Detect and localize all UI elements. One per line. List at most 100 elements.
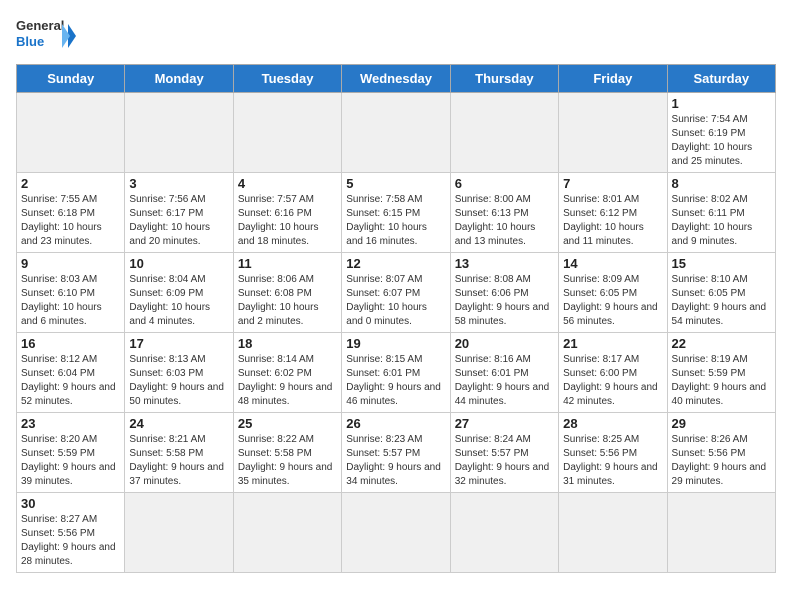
weekday-header-monday: Monday	[125, 65, 233, 93]
day-info: Sunrise: 8:17 AM Sunset: 6:00 PM Dayligh…	[563, 353, 662, 409]
calendar-cell	[342, 493, 450, 573]
day-info: Sunrise: 8:16 AM Sunset: 6:01 PM Dayligh…	[455, 353, 554, 409]
calendar-cell: 18 Sunrise: 8:14 AM Sunset: 6:02 PM Dayli…	[233, 333, 341, 413]
calendar-cell: 21 Sunrise: 8:17 AM Sunset: 6:00 PM Dayli…	[559, 333, 667, 413]
day-number: 1	[672, 96, 771, 111]
calendar-week-row: 9Sunrise: 8:03 AM Sunset: 6:10 PM Daylig…	[17, 253, 776, 333]
day-info: Sunrise: 8:26 AM Sunset: 5:56 PM Dayligh…	[672, 433, 771, 489]
day-number: 30	[21, 496, 120, 511]
header: General Blue	[16, 16, 776, 56]
weekday-header-thursday: Thursday	[450, 65, 558, 93]
day-info: Sunrise: 8:07 AM Sunset: 6:07 PM Dayligh…	[346, 273, 445, 329]
day-number: 14	[563, 256, 662, 271]
day-number: 5	[346, 176, 445, 191]
calendar-cell: 4 Sunrise: 7:57 AM Sunset: 6:16 PM Daylig…	[233, 173, 341, 253]
calendar-week-row: 16 Sunrise: 8:12 AM Sunset: 6:04 PM Dayli…	[17, 333, 776, 413]
day-info: Sunrise: 8:13 AM Sunset: 6:03 PM Dayligh…	[129, 353, 228, 409]
day-number: 7	[563, 176, 662, 191]
day-info: Sunrise: 8:20 AM Sunset: 5:59 PM Dayligh…	[21, 433, 120, 489]
calendar-cell: 27Sunrise: 8:24 AM Sunset: 5:57 PM Dayli…	[450, 413, 558, 493]
day-info: Sunrise: 8:06 AM Sunset: 6:08 PM Dayligh…	[238, 273, 337, 329]
calendar-cell: 25Sunrise: 8:22 AM Sunset: 5:58 PM Dayli…	[233, 413, 341, 493]
calendar-header: SundayMondayTuesdayWednesdayThursdayFrid…	[17, 65, 776, 93]
calendar-cell: 22Sunrise: 8:19 AM Sunset: 5:59 PM Dayli…	[667, 333, 775, 413]
day-number: 28	[563, 416, 662, 431]
calendar-week-row: 30 Sunrise: 8:27 AM Sunset: 5:56 PM Dayli…	[17, 493, 776, 573]
day-number: 10	[129, 256, 228, 271]
calendar-cell: 12 Sunrise: 8:07 AM Sunset: 6:07 PM Dayli…	[342, 253, 450, 333]
weekday-header-friday: Friday	[559, 65, 667, 93]
day-info: Sunrise: 7:57 AM Sunset: 6:16 PM Dayligh…	[238, 193, 337, 249]
svg-text:General: General	[16, 18, 64, 33]
calendar-cell: 29 Sunrise: 8:26 AM Sunset: 5:56 PM Dayli…	[667, 413, 775, 493]
day-info: Sunrise: 8:01 AM Sunset: 6:12 PM Dayligh…	[563, 193, 662, 249]
calendar-cell	[342, 93, 450, 173]
day-info: Sunrise: 8:12 AM Sunset: 6:04 PM Dayligh…	[21, 353, 120, 409]
day-number: 3	[129, 176, 228, 191]
day-number: 4	[238, 176, 337, 191]
logo: General Blue	[16, 16, 76, 56]
day-number: 12	[346, 256, 445, 271]
calendar-cell	[667, 493, 775, 573]
svg-text:Blue: Blue	[16, 34, 44, 49]
calendar-week-row: 1 Sunrise: 7:54 AM Sunset: 6:19 PM Daylig…	[17, 93, 776, 173]
day-info: Sunrise: 8:03 AM Sunset: 6:10 PM Dayligh…	[21, 273, 120, 329]
calendar-cell: 5 Sunrise: 7:58 AM Sunset: 6:15 PM Daylig…	[342, 173, 450, 253]
calendar-cell	[125, 93, 233, 173]
day-number: 24	[129, 416, 228, 431]
day-info: Sunrise: 8:23 AM Sunset: 5:57 PM Dayligh…	[346, 433, 445, 489]
calendar-cell: 2 Sunrise: 7:55 AM Sunset: 6:18 PM Daylig…	[17, 173, 125, 253]
calendar-week-row: 2 Sunrise: 7:55 AM Sunset: 6:18 PM Daylig…	[17, 173, 776, 253]
calendar-cell: 9Sunrise: 8:03 AM Sunset: 6:10 PM Daylig…	[17, 253, 125, 333]
calendar-cell: 1 Sunrise: 7:54 AM Sunset: 6:19 PM Daylig…	[667, 93, 775, 173]
weekday-header-wednesday: Wednesday	[342, 65, 450, 93]
calendar-cell: 16 Sunrise: 8:12 AM Sunset: 6:04 PM Dayli…	[17, 333, 125, 413]
calendar-week-row: 23 Sunrise: 8:20 AM Sunset: 5:59 PM Dayli…	[17, 413, 776, 493]
day-info: Sunrise: 7:56 AM Sunset: 6:17 PM Dayligh…	[129, 193, 228, 249]
day-info: Sunrise: 7:54 AM Sunset: 6:19 PM Dayligh…	[672, 113, 771, 169]
calendar-cell: 3 Sunrise: 7:56 AM Sunset: 6:17 PM Daylig…	[125, 173, 233, 253]
calendar-cell: 19Sunrise: 8:15 AM Sunset: 6:01 PM Dayli…	[342, 333, 450, 413]
calendar-cell: 7 Sunrise: 8:01 AM Sunset: 6:12 PM Daylig…	[559, 173, 667, 253]
day-number: 23	[21, 416, 120, 431]
day-number: 2	[21, 176, 120, 191]
day-info: Sunrise: 8:27 AM Sunset: 5:56 PM Dayligh…	[21, 513, 120, 569]
calendar-cell: 8 Sunrise: 8:02 AM Sunset: 6:11 PM Daylig…	[667, 173, 775, 253]
calendar-cell: 20 Sunrise: 8:16 AM Sunset: 6:01 PM Dayli…	[450, 333, 558, 413]
calendar-cell: 30 Sunrise: 8:27 AM Sunset: 5:56 PM Dayli…	[17, 493, 125, 573]
day-number: 8	[672, 176, 771, 191]
day-info: Sunrise: 8:04 AM Sunset: 6:09 PM Dayligh…	[129, 273, 228, 329]
logo-svg: General Blue	[16, 16, 76, 56]
day-info: Sunrise: 8:14 AM Sunset: 6:02 PM Dayligh…	[238, 353, 337, 409]
day-number: 21	[563, 336, 662, 351]
day-number: 11	[238, 256, 337, 271]
day-number: 22	[672, 336, 771, 351]
calendar-cell	[559, 93, 667, 173]
day-info: Sunrise: 8:25 AM Sunset: 5:56 PM Dayligh…	[563, 433, 662, 489]
calendar-cell: 26Sunrise: 8:23 AM Sunset: 5:57 PM Dayli…	[342, 413, 450, 493]
calendar-cell: 6Sunrise: 8:00 AM Sunset: 6:13 PM Daylig…	[450, 173, 558, 253]
calendar-cell: 13Sunrise: 8:08 AM Sunset: 6:06 PM Dayli…	[450, 253, 558, 333]
day-info: Sunrise: 7:58 AM Sunset: 6:15 PM Dayligh…	[346, 193, 445, 249]
calendar-cell	[125, 493, 233, 573]
day-number: 16	[21, 336, 120, 351]
calendar-cell	[233, 493, 341, 573]
day-number: 13	[455, 256, 554, 271]
calendar-cell: 11 Sunrise: 8:06 AM Sunset: 6:08 PM Dayli…	[233, 253, 341, 333]
day-number: 20	[455, 336, 554, 351]
day-info: Sunrise: 8:22 AM Sunset: 5:58 PM Dayligh…	[238, 433, 337, 489]
weekday-row: SundayMondayTuesdayWednesdayThursdayFrid…	[17, 65, 776, 93]
weekday-header-saturday: Saturday	[667, 65, 775, 93]
day-number: 15	[672, 256, 771, 271]
day-number: 29	[672, 416, 771, 431]
day-info: Sunrise: 8:09 AM Sunset: 6:05 PM Dayligh…	[563, 273, 662, 329]
day-info: Sunrise: 7:55 AM Sunset: 6:18 PM Dayligh…	[21, 193, 120, 249]
day-number: 6	[455, 176, 554, 191]
day-info: Sunrise: 8:24 AM Sunset: 5:57 PM Dayligh…	[455, 433, 554, 489]
day-info: Sunrise: 8:02 AM Sunset: 6:11 PM Dayligh…	[672, 193, 771, 249]
weekday-header-sunday: Sunday	[17, 65, 125, 93]
day-number: 18	[238, 336, 337, 351]
calendar-table: SundayMondayTuesdayWednesdayThursdayFrid…	[16, 64, 776, 573]
calendar-cell	[17, 93, 125, 173]
calendar-cell: 17Sunrise: 8:13 AM Sunset: 6:03 PM Dayli…	[125, 333, 233, 413]
